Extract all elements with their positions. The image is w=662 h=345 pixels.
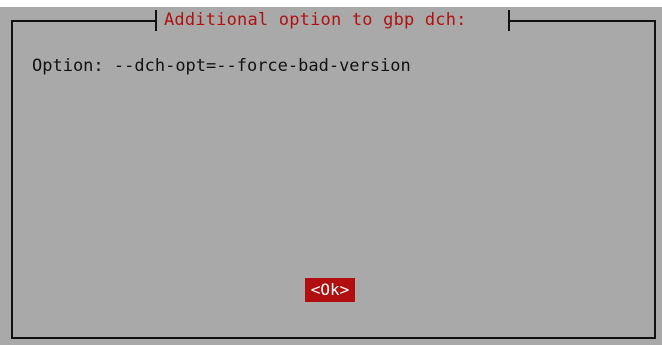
dialog-title: Additional option to gbp dch: [164, 10, 467, 30]
frame-top-border-left [11, 20, 156, 22]
option-text[interactable]: Option: --dch-opt=--force-bad-version [32, 54, 411, 78]
option-label: Option: [32, 56, 104, 76]
frame-top-border-right [510, 20, 656, 22]
ok-button[interactable]: <Ok> [305, 278, 355, 302]
option-value[interactable]: --dch-opt=--force-bad-version [114, 56, 411, 76]
title-separator-right [508, 10, 510, 31]
option-dialog: Additional option to gbp dch: Option: --… [0, 7, 662, 345]
terminal-top-strip [0, 0, 662, 7]
title-separator-left [155, 10, 157, 31]
